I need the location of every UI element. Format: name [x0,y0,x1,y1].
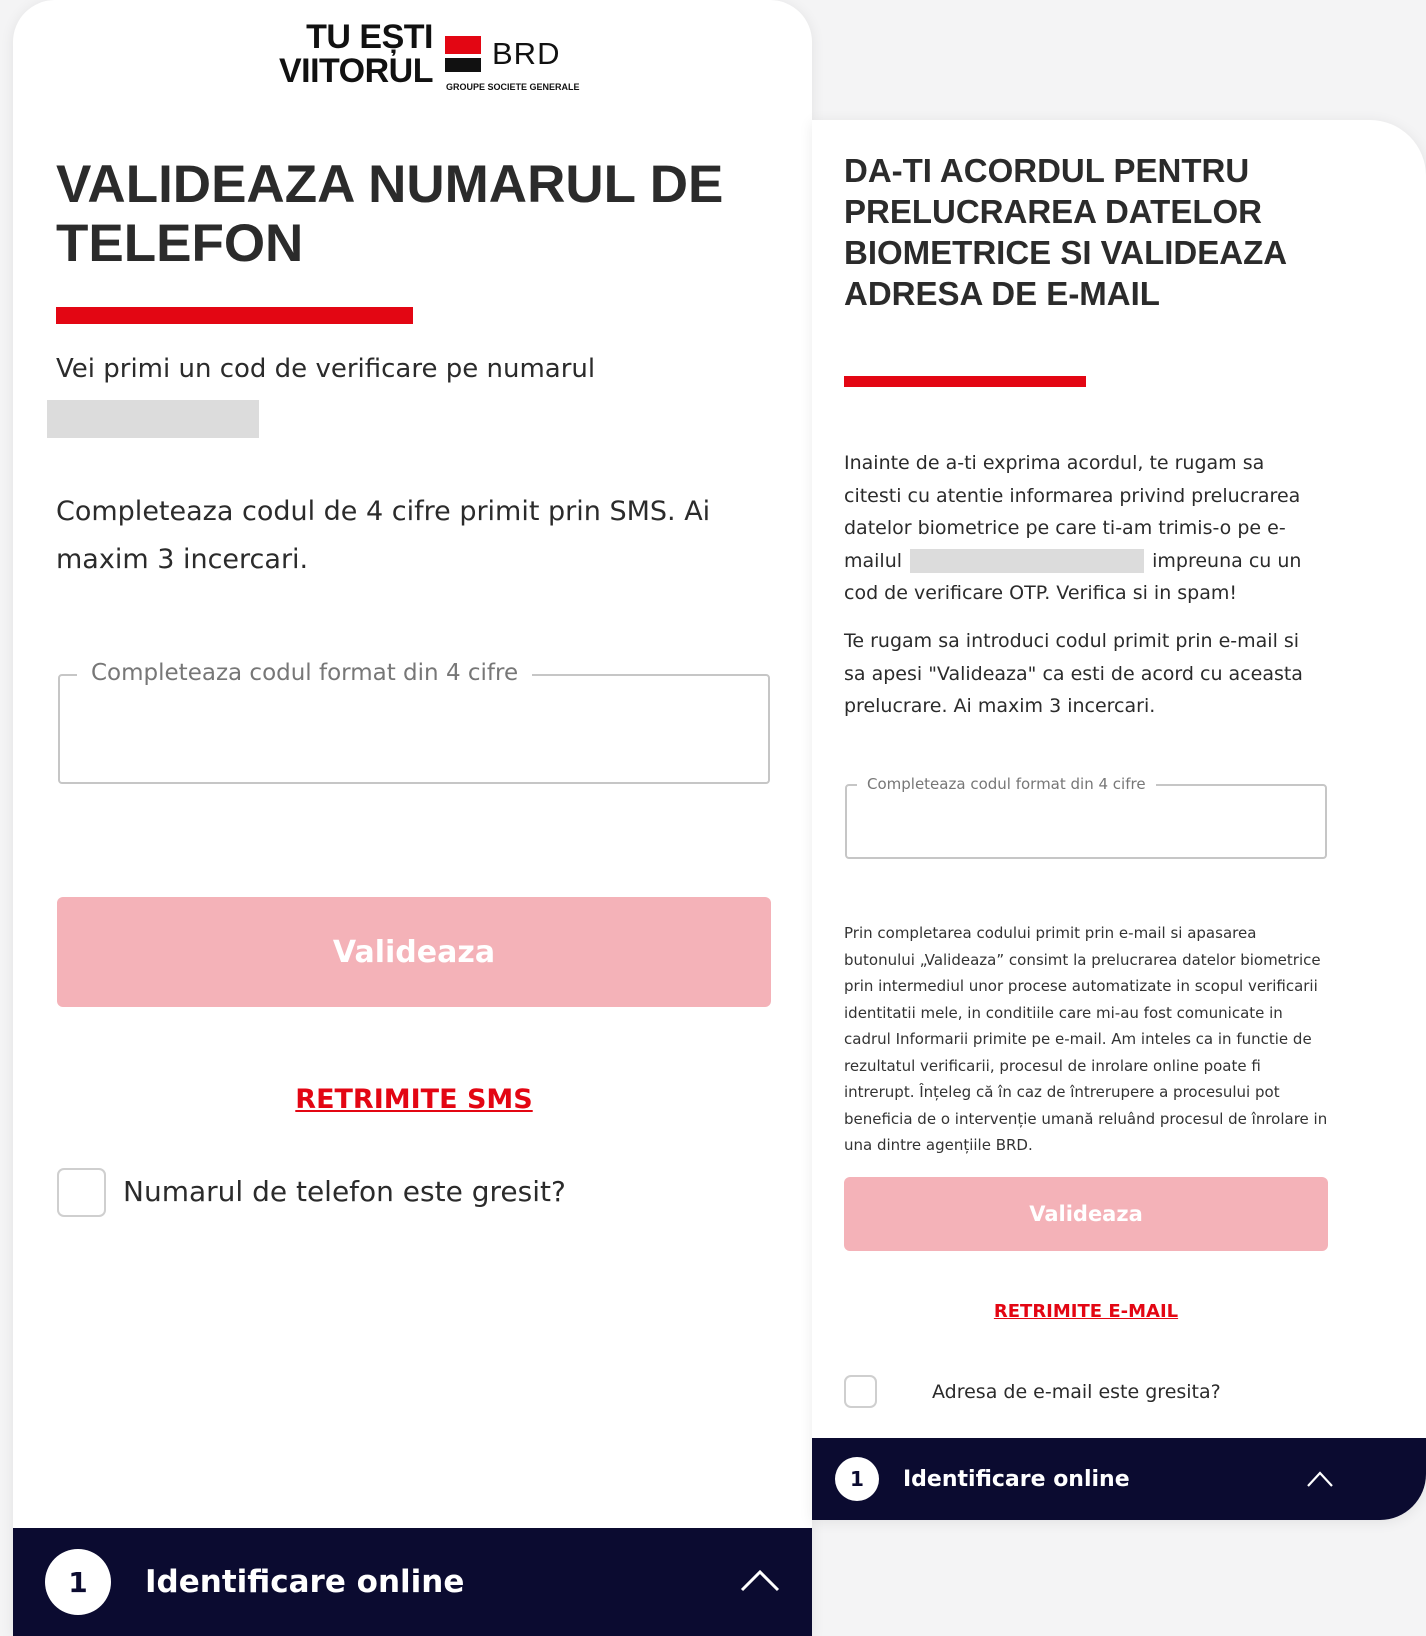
chevron-up-icon[interactable] [740,1568,780,1592]
wrong-email-label: Adresa de e-mail este gresita? [932,1381,1221,1403]
email-code-input[interactable] [861,806,1315,846]
brand-logo: TU EȘTI VIITORUL BRD GROUPE SOCIETE GENE… [238,18,608,98]
sms-instructions: Completeaza codul de 4 cifre primit prin… [56,496,711,575]
title-underline [56,307,413,324]
steps-navbar[interactable]: 1 Identificare online [13,1528,812,1636]
redacted-email-address [910,549,1145,573]
step-number-badge: 1 [835,1457,879,1501]
consent-text: Prin completarea codului primit prin e-m… [844,924,1328,1154]
redacted-phone-number [47,400,259,438]
wrong-email-checkbox[interactable] [844,1375,877,1408]
phone-validation-screen: TU EȘTI VIITORUL BRD GROUPE SOCIETE GENE… [13,0,812,1636]
logo-brand-name: BRD [492,36,561,71]
sms-code-field[interactable] [58,674,770,784]
page-title: VALIDEAZA NUMARUL DE TELEFON [56,155,724,273]
logo-tagline-line1: TU EȘTI [306,18,433,56]
biometrics-info-text: Inainte de a-ti exprima acordul, te ruga… [844,447,1314,610]
steps-navbar[interactable]: 1 Identificare online [812,1438,1426,1520]
phone-intro-text: Vei primi un cod de verificare pe numaru… [56,354,596,384]
resend-sms-link[interactable]: RETRIMITE SMS [57,1080,771,1120]
logo-tagline: TU EȘTI VIITORUL [238,18,434,90]
email-instructions: Te rugam sa introduci codul primit prin … [844,630,1303,717]
step-label: Identificare online [145,1564,465,1600]
resend-email-link[interactable]: RETRIMITE E-MAIL [844,1298,1328,1326]
title-underline [844,376,1086,387]
chevron-up-icon[interactable] [1306,1470,1334,1488]
wrong-number-checkbox[interactable] [57,1168,106,1217]
logo-brand-sub: GROUPE SOCIETE GENERALE [446,82,580,92]
wrong-number-label: Numarul de telefon este gresit? [123,1175,566,1208]
step-number-badge: 1 [45,1549,111,1615]
validate-button[interactable]: Valideaza [844,1177,1328,1251]
sms-code-label: Completeaza codul format din 4 cifre [77,656,533,690]
email-code-label: Completeaza codul format din 4 cifre [857,772,1156,796]
page-title: DA-TI ACORDUL PENTRU PRELUCRAREA DATELOR… [844,152,1286,312]
validate-button[interactable]: Valideaza [57,897,771,1007]
email-validation-screen: DA-TI ACORDUL PENTRU PRELUCRAREA DATELOR… [812,120,1426,1520]
step-label: Identificare online [903,1466,1130,1492]
logo-square-icon [445,36,481,72]
sms-code-input[interactable] [78,706,752,758]
logo-tagline-line2: VIITORUL [278,52,434,90]
